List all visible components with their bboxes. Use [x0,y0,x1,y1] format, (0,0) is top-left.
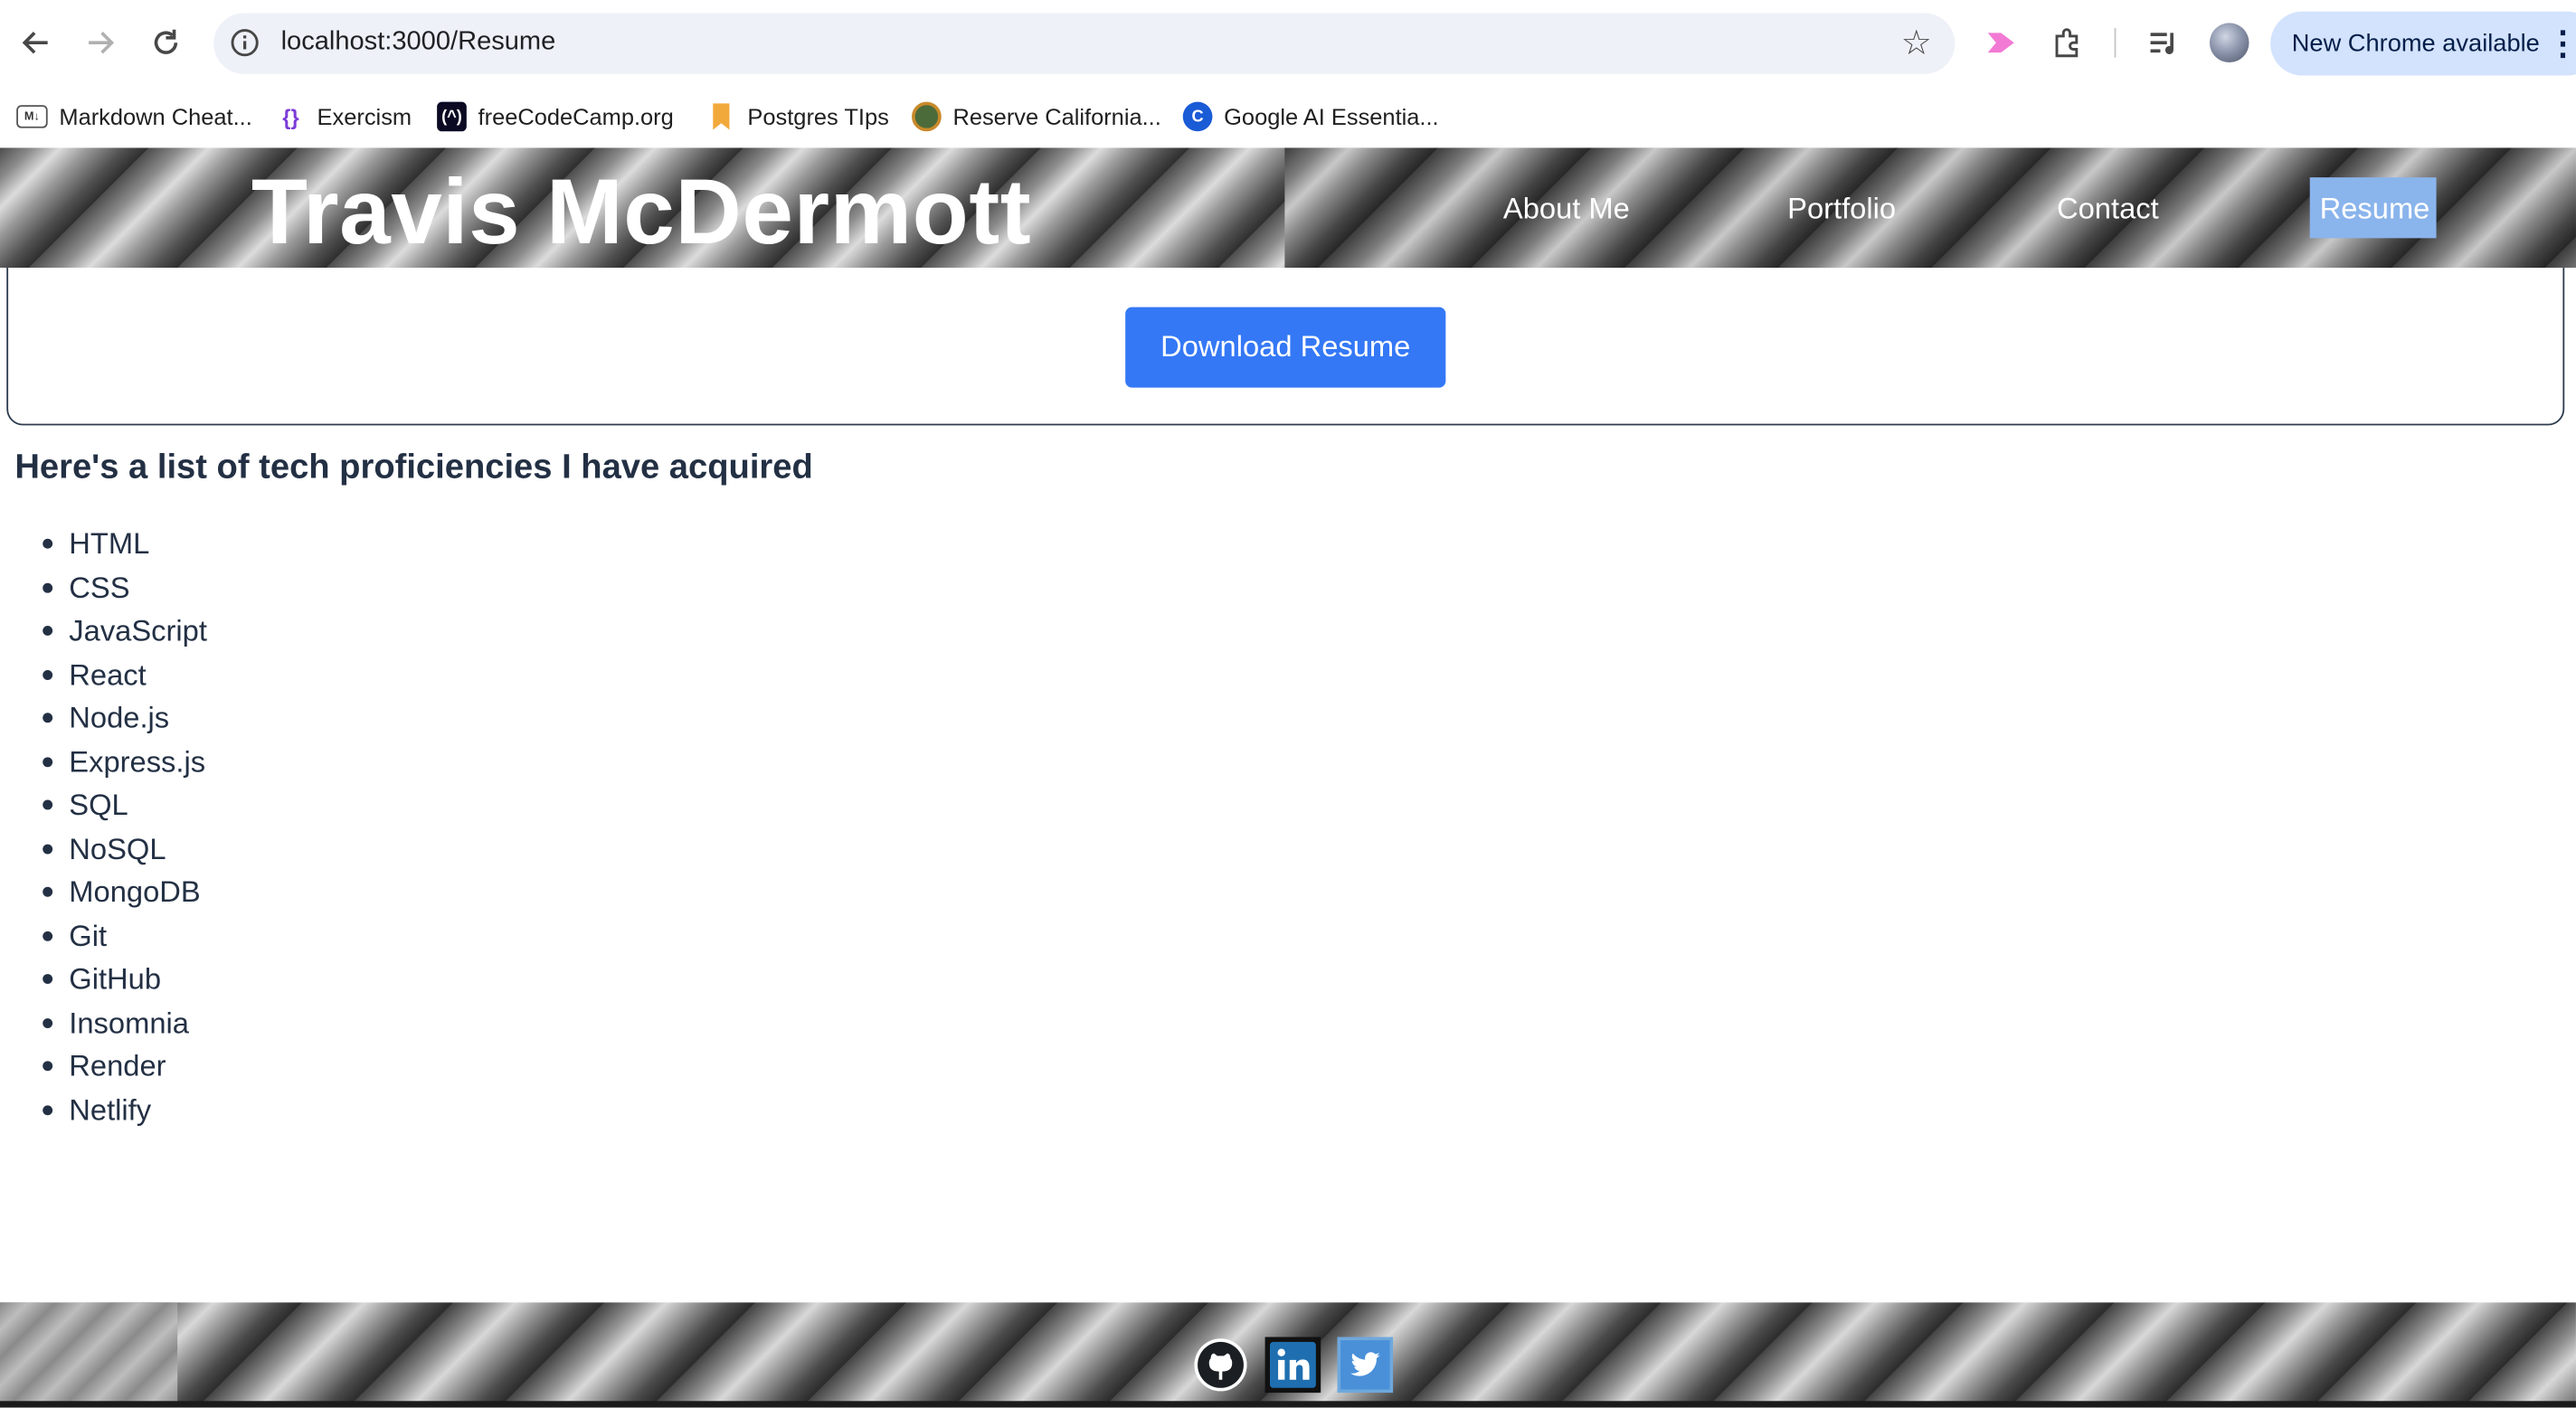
extensions-puzzle-icon[interactable] [2045,20,2091,66]
bookmark-icon [706,102,736,132]
github-icon[interactable] [1193,1337,1249,1393]
browser-window: localhost:3000/Resume ☆ New Chrome avail… [0,0,2576,1408]
media-queue-icon[interactable] [2141,20,2187,66]
bullet [43,626,53,636]
bookmark-item[interactable]: M↓ Markdown Cheat... [16,97,252,137]
update-chip-label: New Chrome available [2291,29,2540,58]
back-icon[interactable] [14,20,60,66]
bookmark-item[interactable]: {} Exercism [276,97,412,137]
bookmarks-bar: M↓ Markdown Cheat... {} Exercism (^) fre… [0,85,2576,148]
nav-resume-label: Resume [2319,192,2430,225]
bookmark-item[interactable]: Postgres TIps [706,97,889,137]
url-text: localhost:3000/Resume [280,27,556,56]
nav-portfolio[interactable]: Portfolio [1787,193,1896,227]
bookmark-label: Reserve California... [952,103,1161,130]
bullet [43,1017,53,1028]
markdown-icon: M↓ [16,105,48,128]
bookmark-label: Google AI Essentia... [1224,103,1439,130]
bookmark-label: Markdown Cheat... [59,103,252,130]
bullet [43,886,53,897]
bullet [43,974,53,984]
site-footer [0,1302,2576,1408]
reserve-california-icon [912,101,942,132]
profile-avatar[interactable] [2206,20,2252,66]
bookmark-item[interactable]: C Google AI Essentia... [1182,97,1439,137]
bullet [43,669,53,680]
linkedin-icon[interactable] [1264,1337,1321,1394]
proficiencies-heading: Here's a list of tech proficiencies I ha… [14,448,813,487]
reload-icon[interactable] [143,20,189,66]
freecodecamp-icon: (^) [437,101,467,132]
bookmark-label: Exercism [317,103,412,130]
google-ai-icon: C [1182,101,1213,132]
nav-about-me[interactable]: About Me [1503,193,1630,227]
address-bar[interactable]: localhost:3000/Resume ☆ [213,13,1956,74]
bullet [43,1061,53,1072]
site-header: Travis McDermott About Me Portfolio Cont… [0,147,2576,269]
extension-pink-icon[interactable] [1978,20,2024,66]
site-info-icon[interactable] [227,24,263,61]
bookmark-label: freeCodeCamp.org [478,103,674,130]
forward-icon[interactable] [77,20,123,66]
twitter-icon[interactable] [1337,1337,1394,1394]
exercism-icon: {} [276,101,306,132]
bullet [43,1104,53,1115]
bookmark-star-icon[interactable]: ☆ [1901,23,1932,63]
bookmark-item[interactable]: Reserve California... [912,97,1161,137]
new-chrome-available-button[interactable]: New Chrome available ⋮ [2270,11,2576,76]
bookmark-item[interactable]: (^) freeCodeCamp.org [437,97,674,137]
nav-contact[interactable]: Contact [2057,193,2159,227]
site-title[interactable]: Travis McDermott [251,157,1031,264]
download-resume-button[interactable]: Download Resume [1125,307,1446,388]
window-bottom-edge [0,1401,2576,1408]
more-menu-icon[interactable]: ⋮ [2546,23,2576,63]
bullet [43,799,53,810]
nav-resume[interactable]: Resume [2309,177,2437,239]
browser-toolbar: localhost:3000/Resume ☆ New Chrome avail… [0,0,2576,86]
bullet [43,756,53,767]
bullet [43,713,53,723]
bullet [43,538,53,549]
bullet [43,581,53,592]
bullet [43,843,53,854]
toolbar-divider [2114,27,2117,58]
bullet [43,930,53,940]
bookmark-label: Postgres TIps [747,103,889,130]
footer-left-panel [0,1302,178,1408]
